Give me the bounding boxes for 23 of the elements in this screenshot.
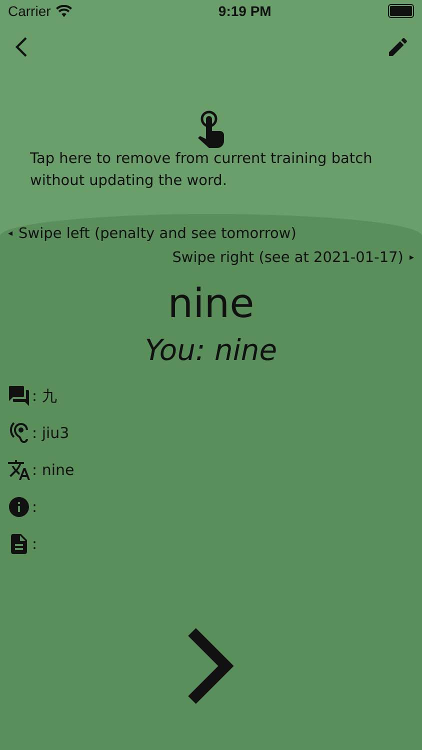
info-icon: [7, 495, 31, 519]
word-text: nine: [168, 280, 254, 329]
detail-value: :: [32, 535, 38, 553]
battery-icon: [388, 4, 414, 18]
chat-icon: [7, 384, 31, 408]
wifi-icon: [56, 5, 72, 17]
detail-value: : jiu3: [32, 424, 70, 442]
answer-text: You: nine: [144, 332, 278, 369]
next-button[interactable]: [186, 626, 236, 706]
detail-value: :: [32, 498, 38, 516]
carrier-label: Carrier: [8, 3, 51, 19]
clock-time: 9:19 PM: [218, 3, 272, 19]
left-arrow-icon: ◂: [8, 229, 13, 239]
edit-button[interactable]: [386, 35, 410, 59]
translate-icon: [7, 458, 31, 482]
ear-icon: [7, 421, 31, 445]
detail-value: : 九: [32, 386, 57, 406]
detail-value: : nine: [32, 461, 74, 479]
swipe-right-hint: Swipe right (see at 2021-01-17): [172, 250, 404, 266]
right-arrow-icon: ▸: [409, 253, 414, 263]
swipe-left-hint: Swipe left (penalty and see tomorrow): [18, 226, 296, 242]
remove-hint-text[interactable]: Tap here to remove from current training batch without updating the word.: [0, 148, 422, 192]
tap-hand-icon[interactable]: [196, 110, 226, 148]
